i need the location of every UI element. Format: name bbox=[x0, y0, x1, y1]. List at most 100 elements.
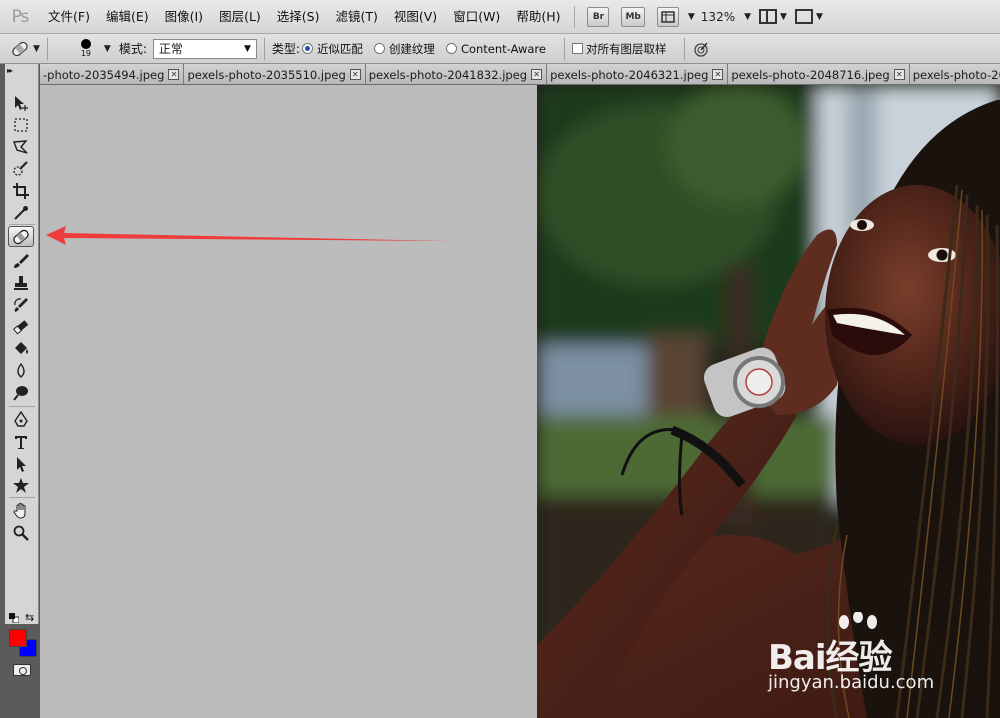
chevron-down-icon[interactable]: ▼ bbox=[816, 12, 823, 22]
quick-mask-icon[interactable] bbox=[13, 664, 31, 676]
spot-healing-brush-tool[interactable] bbox=[8, 226, 34, 247]
menu-view[interactable]: 视图(V) bbox=[386, 0, 445, 34]
quick-selection-icon bbox=[13, 160, 28, 176]
close-icon[interactable]: ✕ bbox=[893, 69, 905, 80]
radio-proximity-match[interactable]: 近似匹配 bbox=[301, 41, 363, 57]
foreground-color-swatch[interactable] bbox=[9, 629, 27, 647]
pen-icon bbox=[14, 410, 28, 427]
history-brush-tool[interactable] bbox=[8, 294, 34, 315]
screen-mode-icon[interactable] bbox=[794, 9, 813, 24]
pen-tool[interactable] bbox=[8, 409, 34, 430]
sample-all-layers-checkbox[interactable]: 对所有图层取样 bbox=[571, 41, 667, 57]
eraser-icon bbox=[13, 319, 29, 335]
tool-preset-picker[interactable]: ▼ bbox=[10, 39, 40, 59]
arrange-documents-icon[interactable] bbox=[759, 9, 778, 24]
close-icon[interactable]: ✕ bbox=[168, 69, 180, 80]
view-extras-button[interactable] bbox=[656, 6, 679, 27]
mode-select[interactable]: 正常 ▼ bbox=[152, 38, 257, 59]
default-colors-icon[interactable] bbox=[9, 613, 19, 623]
chevron-down-icon: ▼ bbox=[243, 43, 251, 54]
crop-tool[interactable] bbox=[8, 180, 34, 201]
document-tab[interactable]: pexels-photo-20509 bbox=[909, 64, 1000, 84]
custom-shape-tool[interactable] bbox=[8, 475, 34, 496]
path-selection-tool[interactable] bbox=[8, 453, 34, 474]
move-tool[interactable] bbox=[8, 92, 34, 113]
minibridge-button[interactable]: Mb bbox=[621, 6, 645, 27]
options-bar: ▼ 19 ▼ 模式: 正常 ▼ 类型: 近似匹配 创建纹理 Content-Aw… bbox=[0, 34, 1000, 64]
menu-bar: Ps 文件(F) 编辑(E) 图像(I) 图层(L) 选择(S) 滤镜(T) 视… bbox=[0, 0, 1000, 34]
expand-panel-icon[interactable]: ▸▸ bbox=[7, 66, 13, 75]
brush-picker[interactable]: 19 bbox=[71, 38, 101, 59]
checkbox-label: 对所有图层取样 bbox=[585, 41, 667, 56]
document-tab[interactable]: pexels-photo-2046321.jpeg ✕ bbox=[547, 64, 729, 84]
checkbox[interactable] bbox=[571, 43, 583, 54]
path-selection-icon bbox=[17, 456, 26, 472]
document-tab[interactable]: -photo-2035494.jpeg ✕ bbox=[40, 64, 185, 84]
menu-window[interactable]: 窗口(W) bbox=[445, 0, 508, 34]
tab-label: pexels-photo-20509 bbox=[912, 67, 1000, 82]
zoom-tool[interactable] bbox=[8, 522, 34, 543]
type-tool[interactable] bbox=[8, 431, 34, 452]
paint-bucket-icon bbox=[15, 341, 28, 354]
eyedropper-icon bbox=[14, 205, 28, 220]
zoom-level[interactable]: 132% bbox=[701, 10, 735, 24]
radio-button[interactable] bbox=[301, 43, 313, 54]
bandage-icon bbox=[13, 229, 29, 244]
eyedropper-tool[interactable] bbox=[8, 202, 34, 223]
menu-select[interactable]: 选择(S) bbox=[269, 0, 328, 34]
swap-colors-icon[interactable]: ⇆ bbox=[25, 611, 34, 624]
chevron-down-icon[interactable]: ▼ bbox=[744, 12, 751, 22]
stamp-icon bbox=[14, 275, 28, 290]
quick-selection-tool[interactable] bbox=[8, 158, 34, 179]
blur-icon bbox=[17, 362, 25, 378]
canvas-pasteboard[interactable] bbox=[40, 85, 538, 718]
menu-image[interactable]: 图像(I) bbox=[157, 0, 211, 34]
menu-file[interactable]: 文件(F) bbox=[40, 0, 98, 34]
polygonal-lasso-icon bbox=[13, 139, 28, 154]
close-icon[interactable]: ✕ bbox=[712, 69, 724, 80]
menu-edit[interactable]: 编辑(E) bbox=[98, 0, 157, 34]
chevron-down-icon[interactable]: ▼ bbox=[104, 44, 111, 54]
crop-icon bbox=[13, 182, 29, 199]
eraser-tool[interactable] bbox=[8, 316, 34, 337]
radio-content-aware[interactable]: Content-Aware bbox=[445, 42, 546, 56]
hand-tool[interactable] bbox=[8, 500, 34, 521]
tools-panel: ▸▸ ⇆ bbox=[0, 64, 42, 718]
chevron-down-icon[interactable]: ▼ bbox=[688, 12, 695, 22]
dodge-icon bbox=[13, 385, 28, 401]
dodge-tool[interactable] bbox=[8, 382, 34, 403]
close-icon[interactable]: ✕ bbox=[349, 69, 361, 80]
radio-label: 创建纹理 bbox=[388, 41, 435, 56]
menu-filter[interactable]: 滤镜(T) bbox=[327, 0, 385, 34]
bandage-icon bbox=[12, 41, 28, 56]
menu-help[interactable]: 帮助(H) bbox=[508, 0, 568, 34]
rectangular-marquee-icon bbox=[14, 117, 28, 132]
radio-create-texture[interactable]: 创建纹理 bbox=[373, 41, 435, 57]
tools-separator bbox=[9, 224, 35, 225]
brush-size: 19 bbox=[80, 48, 92, 58]
menubar-separator bbox=[574, 5, 576, 28]
tab-label: -photo-2035494.jpeg bbox=[43, 67, 165, 82]
radio-button[interactable] bbox=[445, 43, 457, 54]
brush-tool[interactable] bbox=[8, 250, 34, 271]
radio-label: 近似匹配 bbox=[316, 41, 363, 56]
document-tab[interactable]: pexels-photo-2035510.jpeg ✕ bbox=[184, 64, 366, 84]
close-icon[interactable]: ✕ bbox=[531, 69, 543, 80]
lasso-tool[interactable] bbox=[8, 136, 34, 157]
history-brush-icon bbox=[14, 297, 28, 312]
blur-tool[interactable] bbox=[8, 360, 34, 381]
document-canvas-photo[interactable] bbox=[537, 85, 1000, 718]
chevron-down-icon[interactable]: ▼ bbox=[780, 12, 787, 22]
bridge-button[interactable]: Br bbox=[587, 6, 610, 27]
tab-label: pexels-photo-2048716.jpeg bbox=[731, 67, 890, 82]
radio-button[interactable] bbox=[373, 43, 385, 54]
paint-bucket-tool[interactable] bbox=[8, 338, 34, 359]
tools-separator bbox=[9, 497, 35, 498]
document-tab[interactable]: pexels-photo-2048716.jpeg ✕ bbox=[728, 64, 910, 84]
clone-stamp-tool[interactable] bbox=[8, 272, 34, 293]
menu-layer[interactable]: 图层(L) bbox=[211, 0, 269, 34]
document-tab[interactable]: pexels-photo-2041832.jpeg ✕ bbox=[365, 64, 548, 84]
tablet-pressure-icon[interactable] bbox=[692, 40, 710, 58]
document-tabs: -photo-2035494.jpeg ✕ pexels-photo-203551… bbox=[40, 64, 1000, 85]
marquee-tool[interactable] bbox=[8, 114, 34, 135]
